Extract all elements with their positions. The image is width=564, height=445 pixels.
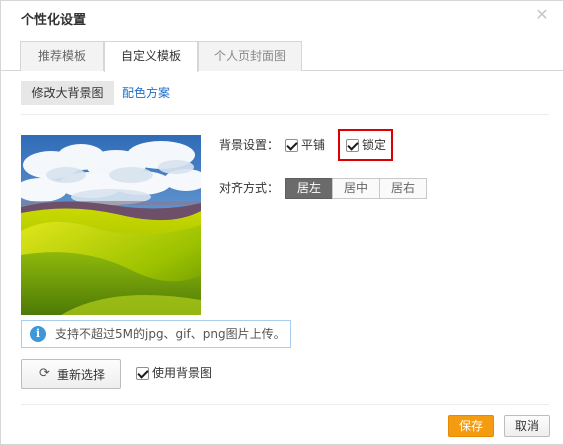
align-label: 对齐方式： bbox=[219, 181, 280, 195]
align-center-button[interactable]: 居中 bbox=[332, 178, 380, 199]
tile-checkbox[interactable] bbox=[285, 139, 298, 152]
use-background-checkbox[interactable] bbox=[136, 367, 149, 380]
divider bbox=[21, 114, 549, 115]
cancel-button[interactable]: 取消 bbox=[504, 415, 550, 437]
background-preview-image bbox=[21, 135, 201, 315]
close-icon[interactable]: ✕ bbox=[535, 7, 549, 23]
info-icon: i bbox=[30, 326, 46, 342]
tab-recommended-templates[interactable]: 推荐模板 bbox=[20, 41, 104, 71]
upload-hint-box: i 支持不超过5M的jpg、gif、png图片上传。 bbox=[21, 320, 291, 348]
align-right-button[interactable]: 居右 bbox=[379, 178, 427, 199]
dialog-title: 个性化设置 bbox=[21, 13, 87, 28]
lock-checkbox[interactable] bbox=[346, 139, 359, 152]
tab-profile-cover[interactable]: 个人页封面图 bbox=[198, 41, 302, 71]
divider bbox=[21, 404, 549, 405]
upload-hint-text: 支持不超过5M的jpg、gif、png图片上传。 bbox=[55, 327, 286, 341]
lock-label: 锁定 bbox=[362, 138, 387, 152]
align-left-button[interactable]: 居左 bbox=[285, 178, 333, 199]
reselect-button[interactable]: ⟳ 重新选择 bbox=[21, 359, 121, 389]
subnav-color-scheme[interactable]: 配色方案 bbox=[122, 81, 170, 105]
background-setting-label: 背景设置： bbox=[219, 138, 280, 152]
dialog-titlebar: 个性化设置 ✕ bbox=[1, 1, 563, 35]
tab-bar: 推荐模板 自定义模板 个人页封面图 bbox=[1, 41, 563, 72]
subnav-change-background[interactable]: 修改大背景图 bbox=[21, 81, 114, 105]
tile-label: 平铺 bbox=[301, 138, 326, 152]
tab-custom-template[interactable]: 自定义模板 bbox=[104, 41, 198, 72]
save-button[interactable]: 保存 bbox=[448, 415, 494, 437]
refresh-icon: ⟳ bbox=[39, 366, 50, 381]
reselect-label: 重新选择 bbox=[57, 368, 106, 382]
personalization-dialog: 个性化设置 ✕ 推荐模板 自定义模板 个人页封面图 修改大背景图 配色方案 背景… bbox=[0, 0, 564, 445]
use-background-label: 使用背景图 bbox=[152, 366, 213, 380]
